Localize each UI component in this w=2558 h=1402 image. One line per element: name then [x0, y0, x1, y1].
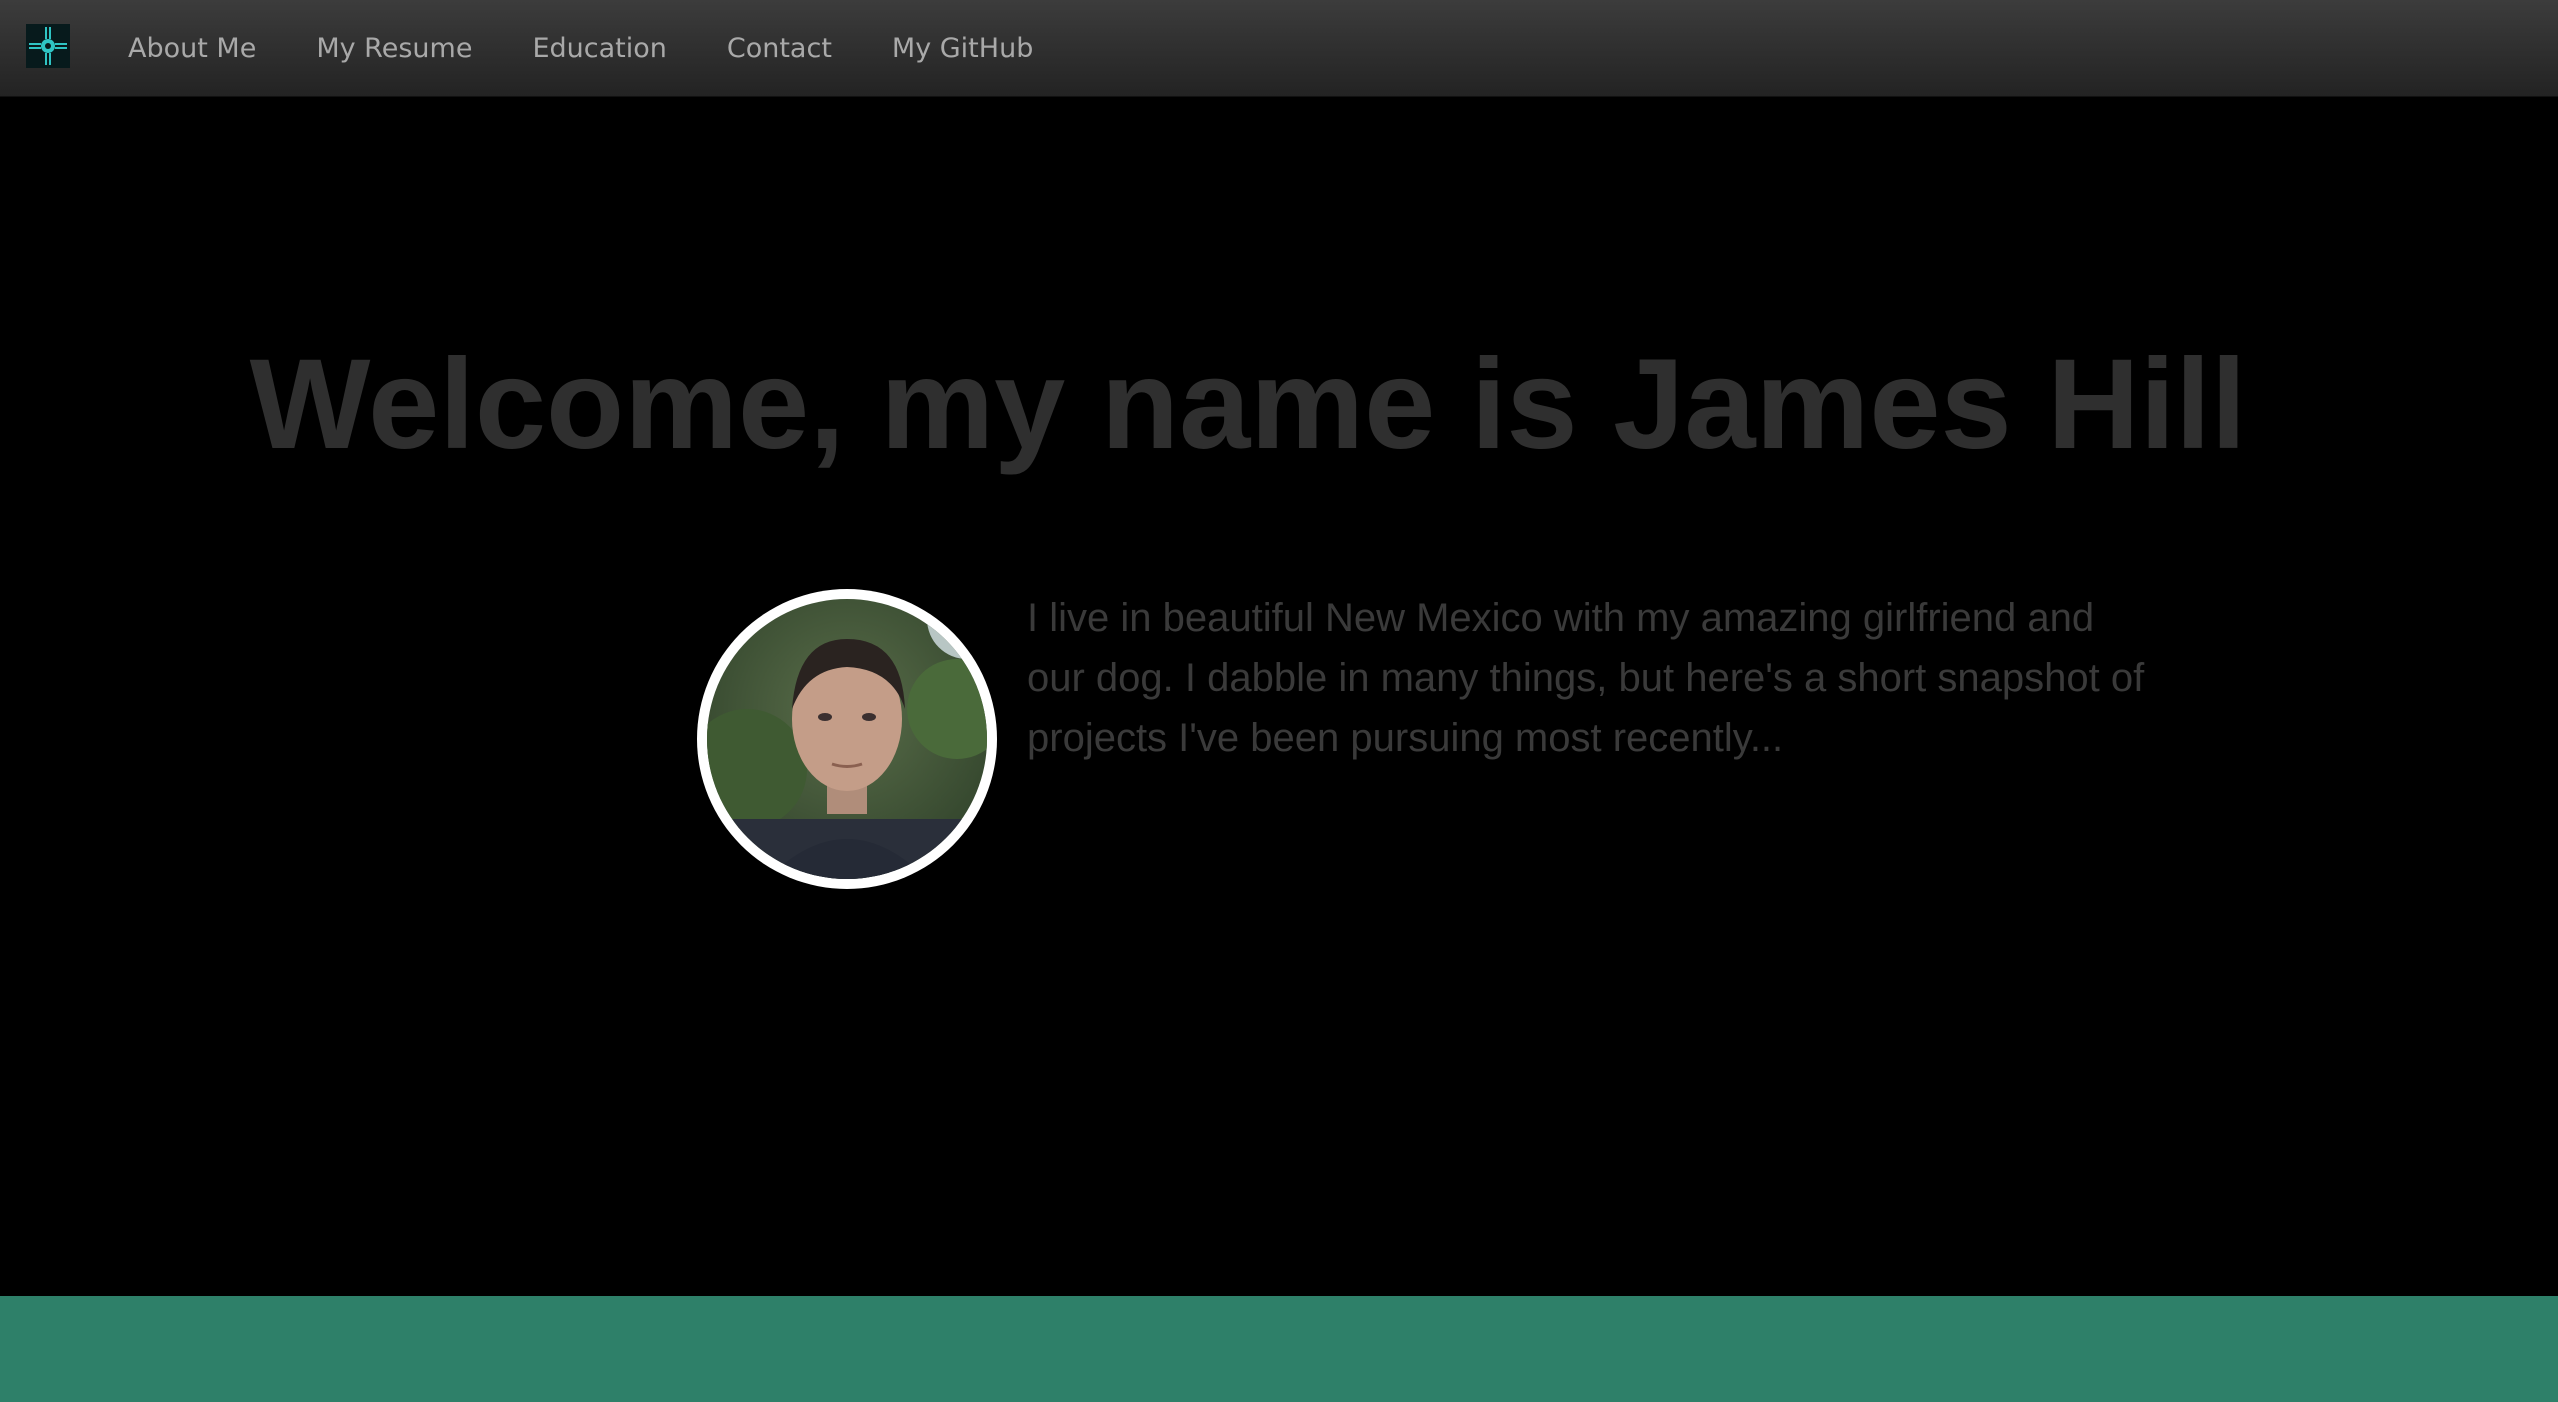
footer-band: [0, 1296, 2558, 1402]
nav-my-github[interactable]: My GitHub: [892, 33, 1033, 64]
top-navbar: About Me My Resume Education Contact My …: [0, 0, 2558, 97]
nav-links: About Me My Resume Education Contact My …: [128, 0, 1093, 96]
zia-sun-icon[interactable]: [26, 24, 70, 68]
nav-about-me[interactable]: About Me: [128, 33, 256, 64]
nav-contact[interactable]: Contact: [727, 33, 832, 64]
intro-paragraph: I live in beautiful New Mexico with my a…: [1027, 596, 2145, 760]
profile-photo: [697, 589, 997, 889]
hero-title: Welcome, my name is James Hill: [249, 333, 2247, 476]
nav-education[interactable]: Education: [532, 33, 666, 64]
nav-my-resume[interactable]: My Resume: [316, 33, 472, 64]
